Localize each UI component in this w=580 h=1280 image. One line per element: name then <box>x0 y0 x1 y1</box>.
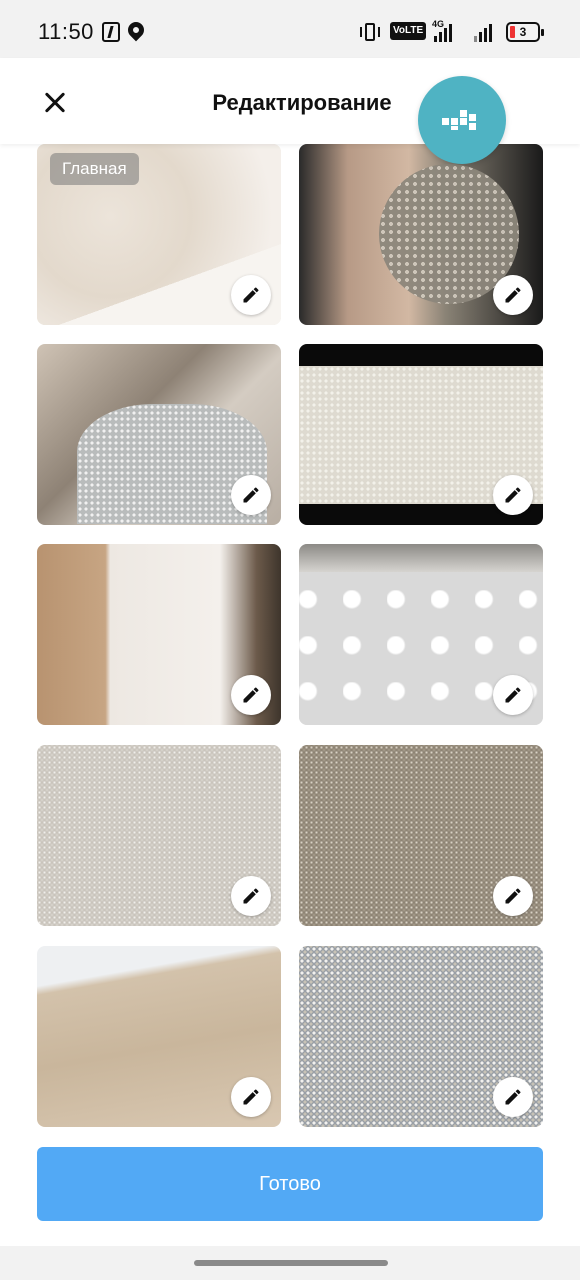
photo-tile[interactable] <box>299 544 543 725</box>
edit-photo-button[interactable] <box>231 675 271 715</box>
pencil-icon <box>243 287 259 303</box>
edit-photo-button[interactable] <box>231 475 271 515</box>
pencil-icon <box>505 287 521 303</box>
photo-tile[interactable] <box>299 745 543 926</box>
edit-photo-button[interactable] <box>493 675 533 715</box>
edit-photo-button[interactable] <box>231 1077 271 1117</box>
photo-tile[interactable] <box>37 344 281 525</box>
pencil-icon <box>243 888 259 904</box>
signal-icon-sim2 <box>474 22 492 42</box>
edit-photo-button[interactable] <box>493 475 533 515</box>
edit-photo-button[interactable] <box>493 1077 533 1117</box>
photo-tile[interactable] <box>299 946 543 1127</box>
photo-tile[interactable] <box>299 144 543 325</box>
photo-tile[interactable] <box>37 745 281 926</box>
photo-tile[interactable] <box>37 946 281 1127</box>
battery-icon: 3 <box>506 22 544 42</box>
pencil-icon <box>505 687 521 703</box>
photo-tile[interactable] <box>37 544 281 725</box>
vibrate-icon <box>360 22 380 42</box>
support-chat-button[interactable] <box>418 76 506 164</box>
edit-photo-button[interactable] <box>231 275 271 315</box>
edit-photo-button[interactable] <box>231 876 271 916</box>
pixel-logo-icon <box>442 110 482 130</box>
volte-icon: VoLTE <box>390 22 427 40</box>
nfc-icon <box>102 22 120 42</box>
pencil-icon <box>505 487 521 503</box>
edit-photo-button[interactable] <box>493 275 533 315</box>
home-indicator[interactable] <box>194 1260 388 1266</box>
pencil-icon <box>505 1089 521 1105</box>
done-button[interactable]: Готово <box>37 1147 543 1221</box>
pencil-icon <box>243 487 259 503</box>
signal-icon-sim1 <box>434 22 452 42</box>
status-time: 11:50 <box>38 19 94 44</box>
status-bar: 11:50 VoLTE 4G 3 <box>0 0 580 58</box>
pencil-icon <box>243 1089 259 1105</box>
edit-photo-button[interactable] <box>493 876 533 916</box>
location-icon <box>124 18 148 42</box>
pencil-icon <box>505 888 521 904</box>
photo-tile[interactable] <box>299 344 543 525</box>
main-photo-badge: Главная <box>50 153 139 185</box>
pencil-icon <box>243 687 259 703</box>
